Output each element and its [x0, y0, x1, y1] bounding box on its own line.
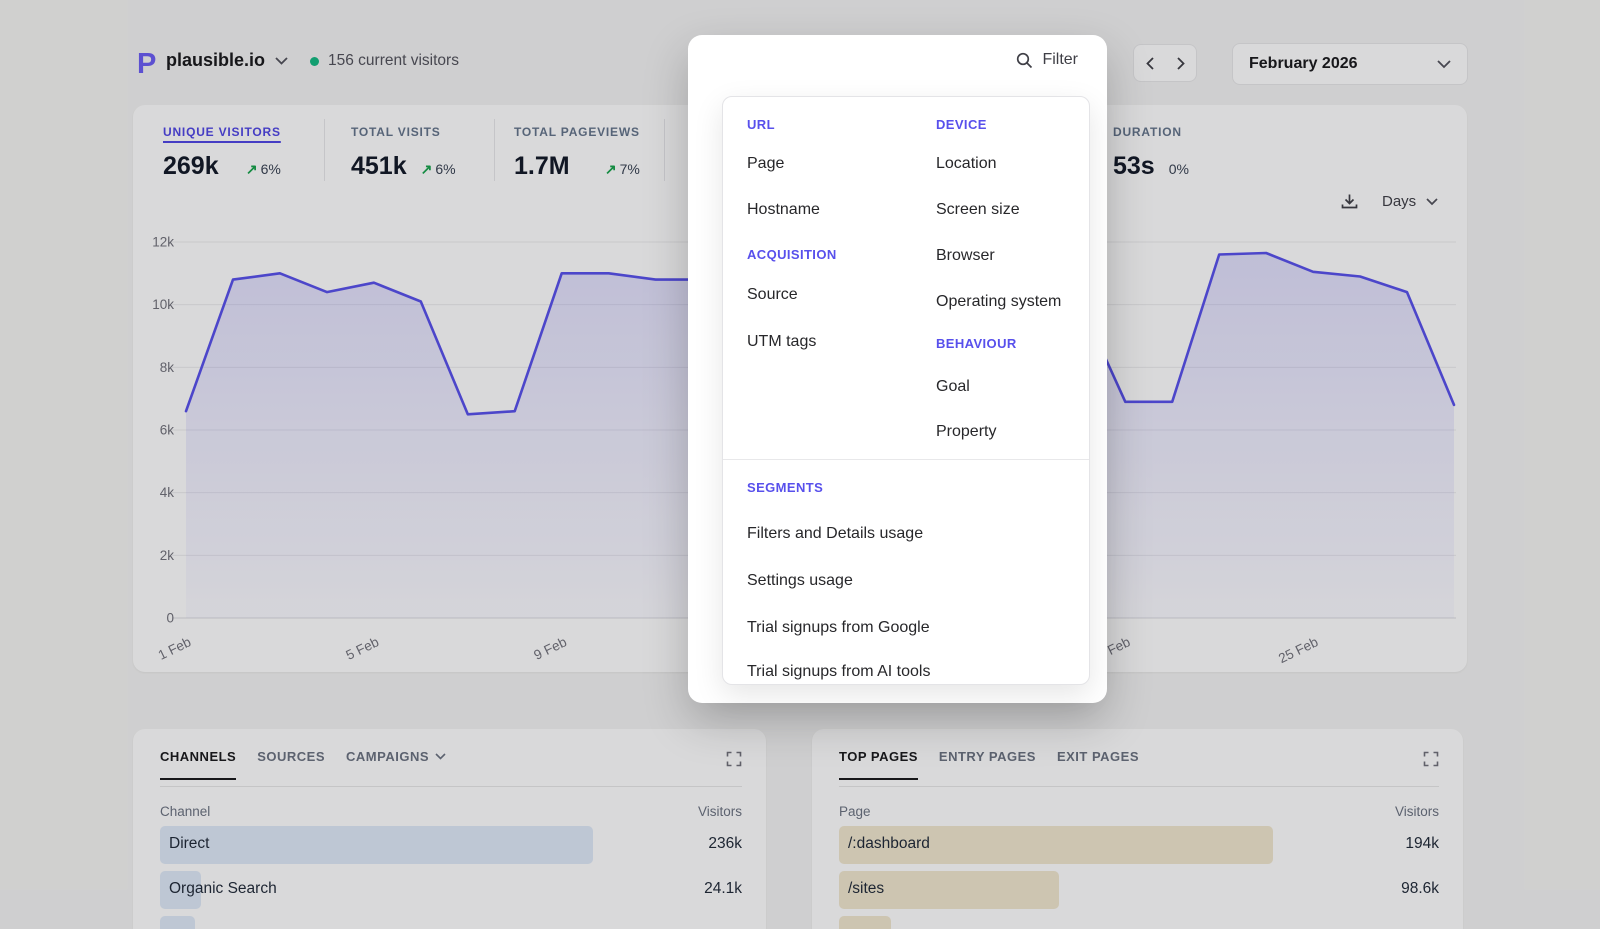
filter-item-page[interactable]: Page [747, 153, 784, 175]
filter-item-utm-tags[interactable]: UTM tags [747, 331, 816, 353]
divider [723, 459, 1089, 460]
filter-item-operating-system[interactable]: Operating system [936, 291, 1061, 313]
filter-group-url: URL [747, 117, 775, 133]
filter-item-screen-size[interactable]: Screen size [936, 199, 1020, 221]
filter-button[interactable]: Filter [1016, 51, 1078, 69]
segment-filters-details-usage[interactable]: Filters and Details usage [747, 523, 923, 545]
filter-item-property[interactable]: Property [936, 421, 996, 443]
filter-item-hostname[interactable]: Hostname [747, 199, 820, 221]
filter-group-device: DEVICE [936, 117, 987, 133]
filter-item-source[interactable]: Source [747, 284, 798, 306]
filter-spotlight: Filter URL Page Hostname ACQUISITION Sou… [688, 35, 1107, 703]
filter-button-label: Filter [1042, 51, 1078, 69]
segment-trial-signups-ai[interactable]: Trial signups from AI tools [747, 661, 930, 683]
segments-header: SEGMENTS [747, 480, 823, 496]
search-icon [1016, 52, 1033, 69]
filter-item-location[interactable]: Location [936, 153, 997, 175]
filter-item-browser[interactable]: Browser [936, 245, 995, 267]
filter-popover: URL Page Hostname ACQUISITION Source UTM… [722, 96, 1090, 685]
filter-item-goal[interactable]: Goal [936, 376, 970, 398]
filter-group-acquisition: ACQUISITION [747, 247, 837, 263]
segment-settings-usage[interactable]: Settings usage [747, 570, 853, 592]
segment-trial-signups-google[interactable]: Trial signups from Google [747, 617, 930, 639]
filter-group-behaviour: BEHAVIOUR [936, 336, 1017, 352]
